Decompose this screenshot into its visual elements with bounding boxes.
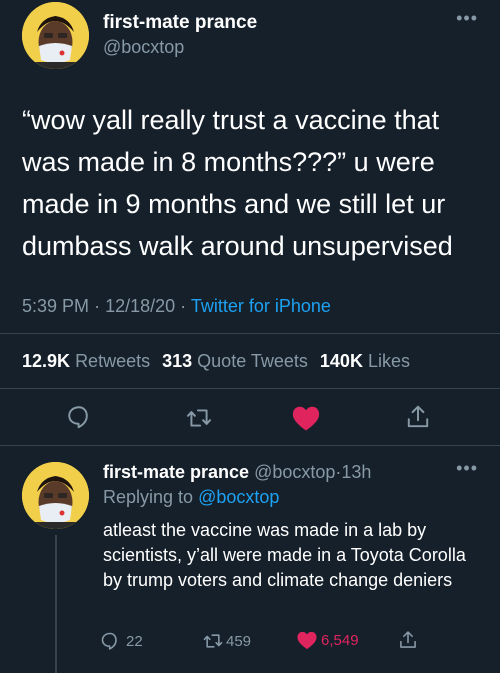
share-button[interactable] bbox=[405, 404, 431, 430]
like-button[interactable] bbox=[291, 404, 321, 432]
replying-to: Replying to @bocxtop bbox=[103, 487, 279, 508]
display-name[interactable]: first-mate prance bbox=[103, 12, 257, 34]
reply-count: 22 bbox=[126, 632, 143, 650]
thread-line bbox=[55, 535, 57, 673]
tweet-text: “wow yall really trust a vaccine that wa… bbox=[22, 105, 453, 261]
meta-separator: · bbox=[180, 296, 187, 316]
reply-share-button[interactable] bbox=[398, 630, 418, 650]
retweet-count: 459 bbox=[226, 632, 252, 650]
reply-time[interactable]: 13h bbox=[341, 462, 371, 482]
retweet-button[interactable] bbox=[186, 405, 212, 431]
reply-display-name[interactable]: first-mate prance bbox=[103, 462, 249, 482]
user-handle[interactable]: @bocxtop bbox=[103, 37, 184, 58]
retweet-icon bbox=[186, 409, 212, 427]
share-icon bbox=[407, 405, 429, 428]
heart-icon bbox=[292, 406, 320, 431]
avatar[interactable] bbox=[22, 2, 89, 69]
tweet-date[interactable]: 12/18/20 bbox=[105, 296, 175, 316]
retweets-label: Retweets bbox=[75, 351, 151, 371]
likes-label: Likes bbox=[367, 351, 410, 371]
likes-count: 140K bbox=[319, 351, 363, 371]
replying-label: Replying to bbox=[103, 487, 194, 507]
reply-reply-button[interactable]: 22 bbox=[100, 631, 143, 651]
quotes-label: Quote Tweets bbox=[197, 351, 308, 371]
share-icon bbox=[400, 631, 416, 648]
reply-icon bbox=[101, 632, 117, 650]
reply-avatar[interactable] bbox=[22, 462, 89, 529]
avatar-image bbox=[22, 2, 89, 69]
reply-like-button[interactable]: 6,549 bbox=[296, 630, 359, 650]
avatar-image bbox=[22, 462, 89, 529]
quote-tweets-stat[interactable]: 313 Quote Tweets bbox=[162, 351, 308, 371]
replying-mention[interactable]: @bocxtop bbox=[198, 487, 279, 507]
quotes-count: 313 bbox=[162, 351, 193, 371]
retweets-stat[interactable]: 12.9K Retweets bbox=[22, 351, 150, 371]
more-horizontal-icon[interactable]: ••• bbox=[456, 458, 478, 479]
retweet-icon bbox=[203, 634, 223, 648]
tweet-source-link[interactable]: Twitter for iPhone bbox=[191, 296, 331, 316]
reply-header: first-mate prance @bocxtop·13h bbox=[103, 462, 371, 483]
main-tweet: first-mate prance @bocxtop ••• “wow yall… bbox=[0, 0, 500, 446]
likes-stat[interactable]: 140K Likes bbox=[320, 351, 410, 371]
divider bbox=[0, 333, 500, 334]
meta-separator: · bbox=[94, 296, 101, 316]
divider bbox=[0, 388, 500, 389]
tweet-meta: 5:39 PM · 12/18/20 · Twitter for iPhone bbox=[22, 296, 331, 317]
tweet-time[interactable]: 5:39 PM bbox=[22, 296, 89, 316]
more-horizontal-icon[interactable]: ••• bbox=[456, 8, 478, 29]
reply-retweet-button[interactable]: 459 bbox=[202, 631, 251, 651]
tweet-stats: 12.9K Retweets 313 Quote Tweets 140K Likes bbox=[22, 351, 410, 372]
retweets-count: 12.9K bbox=[22, 351, 71, 371]
reply-button[interactable] bbox=[66, 404, 92, 430]
divider bbox=[0, 445, 500, 446]
heart-icon bbox=[297, 631, 317, 650]
like-count: 6,549 bbox=[321, 631, 359, 649]
reply-icon bbox=[68, 406, 88, 429]
reply-text: atleast the vaccine was made in a lab by… bbox=[103, 520, 466, 590]
reply-handle[interactable]: @bocxtop bbox=[254, 462, 335, 482]
